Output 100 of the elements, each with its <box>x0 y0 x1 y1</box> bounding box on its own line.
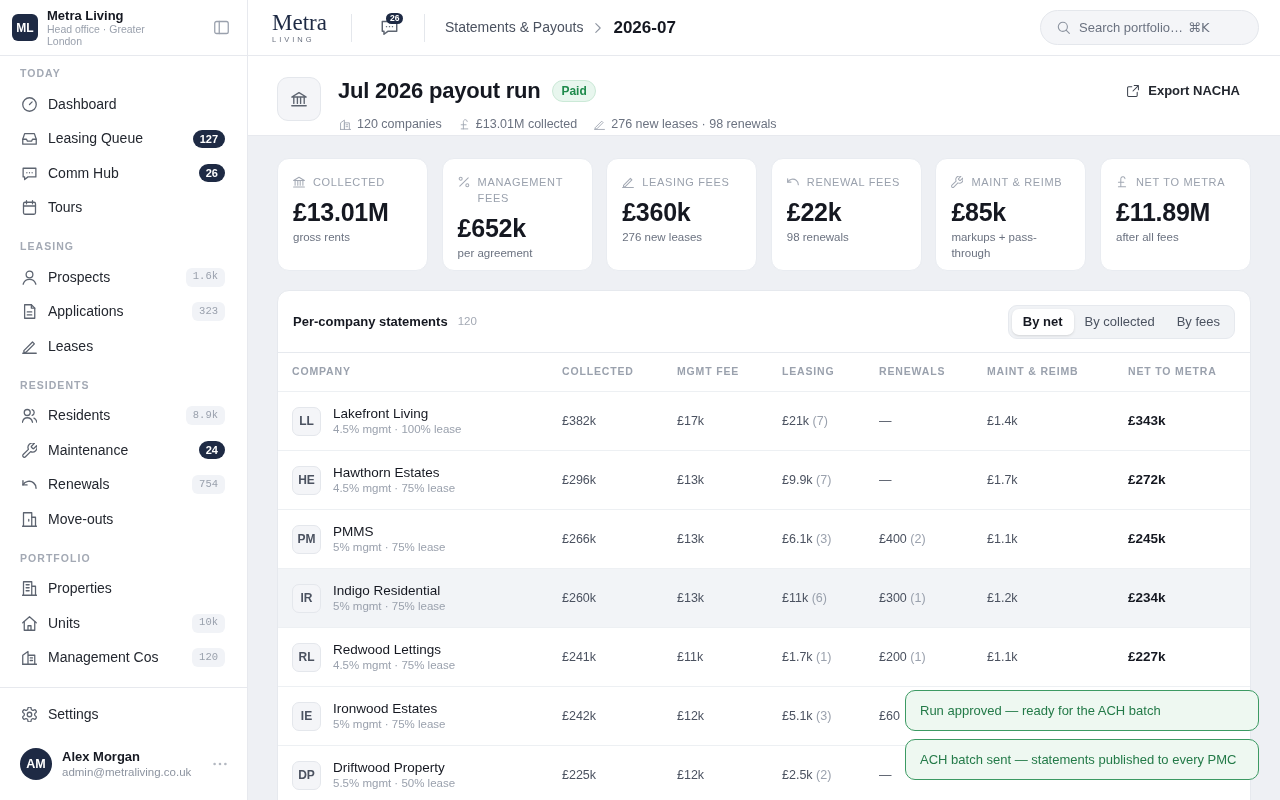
notification-badge: 26 <box>385 13 404 24</box>
company-initials: DP <box>292 760 321 790</box>
meta-text: 276 new leases · 98 renewals <box>611 116 777 132</box>
org-location: Head office · Greater London <box>47 23 146 47</box>
document-icon <box>22 304 37 320</box>
table-cell-text: £241k <box>562 648 597 666</box>
count-badge: 10k <box>192 613 225 633</box>
export-button[interactable]: Export NACHA <box>1115 76 1252 106</box>
nav-item[interactable]: Comm Hub 26 <box>12 156 235 191</box>
count-badge: 24 <box>198 441 225 460</box>
nav-item[interactable]: Settings <box>12 697 235 732</box>
table-cell-text: £2.5k (2) <box>782 766 832 784</box>
table-cell-text: £1.2k <box>987 589 1018 607</box>
table-cell-text: £234k <box>1128 588 1166 607</box>
nav-item[interactable]: Prospects 1.6k <box>12 260 235 295</box>
table-cell-text: £242k <box>562 707 597 725</box>
sidebar-toggle-button[interactable] <box>214 20 229 35</box>
table-cell-text: — <box>879 471 892 489</box>
company-name: Hawthorn Estates <box>333 464 441 481</box>
nav-item[interactable]: Applications 323 <box>12 294 235 329</box>
kpi-value: £85k <box>951 197 1007 227</box>
kpi-label: RENEWAL FEES <box>806 175 901 190</box>
company-name: Ironwood Estates <box>333 700 439 717</box>
table-cell-text: £260k <box>562 589 597 607</box>
nav-item[interactable]: Leases <box>12 329 235 364</box>
nav-item[interactable]: Renewals 754 <box>12 467 235 502</box>
company-terms: 5% mgmt · 75% lease <box>333 599 446 614</box>
table-cell-text: £13k <box>677 530 705 548</box>
more-button[interactable] <box>213 762 227 766</box>
table-count: 120 <box>457 313 477 329</box>
nav-item[interactable]: Residents 8.9k <box>12 398 235 433</box>
company-initials: PM <box>292 524 321 554</box>
gauge-icon <box>22 96 37 112</box>
column-header: COLLECTED <box>562 364 634 380</box>
house-icon <box>22 615 37 631</box>
wrench-icon <box>951 176 964 188</box>
nav-item[interactable]: Leasing Queue 127 <box>12 121 235 156</box>
company-initials: IR <box>292 583 321 613</box>
table-cell-text: £266k <box>562 530 597 548</box>
nav-item[interactable]: Management Cos 120 <box>12 640 235 675</box>
count-badge: 1.6k <box>185 267 225 287</box>
user-email: admin@metraliving.co.uk <box>62 764 192 780</box>
breadcrumb-link[interactable]: Statements & Payouts <box>444 17 584 38</box>
kpi-caption: after all fees <box>1116 230 1180 245</box>
nav-item[interactable]: Move-outs <box>12 502 235 537</box>
sort-tab[interactable]: By fees <box>1165 308 1231 335</box>
kpi-value: £11.89M <box>1116 197 1212 227</box>
table-row[interactable]: IR Indigo Residential 5% mgmt · 75% lease £260k £13k £11k (6) £300 (1) £1.2k £234k <box>278 569 1250 628</box>
table-cell-text: £12k <box>677 766 705 784</box>
table-cell-text: £200 (1) <box>879 648 926 666</box>
external-link-icon <box>1127 85 1140 97</box>
people-icon <box>22 408 37 424</box>
company-initials: IE <box>292 701 321 731</box>
table-cell-text: £6.1k (3) <box>782 530 832 548</box>
column-header: COMPANY <box>292 364 351 380</box>
sort-tab[interactable]: By collected <box>1073 308 1166 335</box>
meta-text: £13.01M collected <box>475 116 578 132</box>
kpi-value: £652k <box>457 213 527 243</box>
table-cell-text: — <box>879 412 892 430</box>
company-terms: 5% mgmt · 75% lease <box>333 717 446 732</box>
table-cell-text: £13k <box>677 471 705 489</box>
table-cell-text: £1.4k <box>987 412 1018 430</box>
nav-item[interactable]: Properties <box>12 571 235 606</box>
table-title: Per-company statements <box>293 312 448 331</box>
company-terms: 4.5% mgmt · 75% lease <box>333 481 456 496</box>
building-icon <box>22 511 37 527</box>
table-cell-text: £60 <box>879 707 900 725</box>
kpi-label: MAINT & REIMB <box>971 175 1063 190</box>
table-cell-text: £1.7k <box>987 471 1018 489</box>
company-initials: HE <box>292 465 321 495</box>
chat-icon <box>380 19 398 36</box>
table-cell-text: £1.1k <box>987 648 1018 666</box>
table-cell-text: £13k <box>677 589 705 607</box>
column-header: MGMT FEE <box>677 364 740 380</box>
company-name: Indigo Residential <box>333 582 442 599</box>
nav-item[interactable]: Maintenance 24 <box>12 433 235 468</box>
kpi-caption: markups + pass-through <box>951 230 1038 261</box>
table-cell-text: £400 (2) <box>879 530 926 548</box>
company-name: Redwood Lettings <box>333 641 443 658</box>
status-badge: Paid <box>552 80 596 102</box>
buildings-icon <box>22 650 37 666</box>
company-initials: LL <box>292 406 321 436</box>
kpi-caption: 276 new leases <box>622 230 704 245</box>
bank-icon <box>291 91 307 107</box>
meta-text: 120 companies <box>357 116 442 132</box>
table-cell-text: — <box>879 766 892 784</box>
nav-item[interactable]: Tours <box>12 190 235 225</box>
table-cell-text: £382k <box>562 412 597 430</box>
wrench-icon <box>22 442 37 458</box>
table-cell-text: £1.7k (1) <box>782 648 832 666</box>
nav-item[interactable]: Dashboard <box>12 87 235 122</box>
undo-arrow-icon <box>22 480 37 490</box>
count-badge: 120 <box>192 648 225 668</box>
kpi-label: COLLECTED <box>313 175 385 190</box>
nav-item[interactable]: Units 10k <box>12 606 235 641</box>
sort-tab[interactable]: By net <box>1011 308 1074 335</box>
breadcrumb-current: 2026-07 <box>613 16 676 39</box>
company-name: Lakefront Living <box>333 405 430 422</box>
table-cell-text: £1.1k <box>987 530 1018 548</box>
pound-icon <box>1116 176 1128 188</box>
